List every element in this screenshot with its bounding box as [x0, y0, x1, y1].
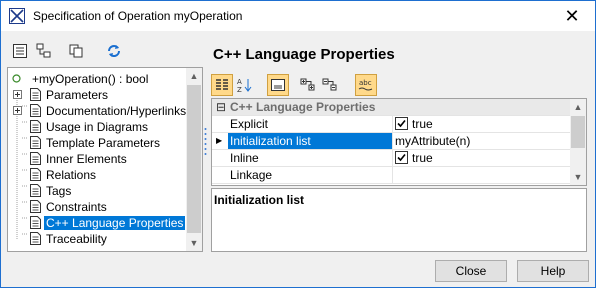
tree-view-icon[interactable]	[33, 40, 55, 62]
property-value-cell[interactable]	[392, 167, 571, 183]
description-icon[interactable]	[267, 74, 289, 96]
scroll-up-icon[interactable]: ▲	[186, 68, 202, 84]
property-page-icon	[30, 88, 41, 101]
collapse-group-icon[interactable]: ⊟	[216, 99, 226, 115]
property-row[interactable]: ▶ Initialization list myAttribute(n)	[212, 133, 570, 150]
specification-tree[interactable]: +myOperation() : bool Parameters Document…	[7, 67, 203, 252]
tree-item[interactable]: Constraints	[8, 199, 186, 215]
scroll-down-icon[interactable]: ▼	[570, 169, 586, 185]
property-value-cell[interactable]: myAttribute(n)	[392, 133, 571, 149]
panel-splitter[interactable]	[204, 126, 207, 156]
check-icon	[397, 119, 406, 128]
list-view-icon[interactable]	[9, 40, 31, 62]
tree-item-label: Relations	[46, 168, 97, 182]
tree-item[interactable]: Tags	[8, 183, 186, 199]
property-name: Initialization list	[228, 133, 392, 149]
property-grid-scrollbar[interactable]: ▲ ▼	[570, 99, 586, 185]
tree-item[interactable]: Traceability	[8, 231, 186, 247]
description-title: Initialization list	[214, 193, 305, 207]
property-page-icon	[30, 200, 41, 213]
property-page-icon	[30, 168, 41, 181]
scroll-down-icon[interactable]: ▼	[186, 235, 202, 251]
property-value: true	[412, 117, 433, 131]
property-page-icon	[30, 184, 41, 197]
property-name: Linkage	[230, 168, 273, 182]
categorized-icon[interactable]	[211, 74, 233, 96]
tree-item-label: Constraints	[46, 200, 107, 214]
property-page-icon	[30, 104, 41, 117]
property-group-row[interactable]: ⊟ C++ Language Properties	[212, 99, 570, 116]
tree-item-label: Template Parameters	[46, 136, 161, 150]
svg-text:abc: abc	[359, 79, 372, 87]
property-page-icon	[30, 232, 41, 245]
tree-item-label: Usage in Diagrams	[46, 120, 149, 134]
tree-item-label: Tags	[46, 184, 72, 198]
tree-item[interactable]: Usage in Diagrams	[8, 119, 186, 135]
sort-alpha-icon[interactable]: AZ	[233, 74, 255, 96]
property-value: myAttribute(n)	[395, 134, 471, 148]
tree-item[interactable]: Relations	[8, 167, 186, 183]
svg-text:A: A	[237, 78, 242, 86]
property-value-cell[interactable]: true	[392, 150, 571, 166]
scroll-up-icon[interactable]: ▲	[570, 99, 586, 115]
property-row[interactable]: Explicit true	[212, 116, 570, 133]
property-name: Inline	[230, 151, 259, 165]
property-grid[interactable]: ⊟ C++ Language Properties Explicit true ▶ I…	[211, 98, 587, 186]
expand-all-icon[interactable]	[297, 74, 319, 96]
tree-item[interactable]: C++ Language Properties	[8, 215, 187, 231]
tree-item-label: Parameters	[46, 88, 109, 102]
page-title: C++ Language Properties	[213, 46, 395, 63]
property-page-icon	[30, 136, 41, 149]
title-bar: Specification of Operation myOperation ✕	[1, 1, 595, 31]
tree-item-label: C++ Language Properties	[42, 215, 187, 231]
svg-text:Z: Z	[237, 86, 242, 93]
tree-panel: +myOperation() : bool Parameters Document…	[7, 40, 203, 252]
tree-item-label: Traceability	[46, 232, 107, 246]
property-page-icon	[30, 152, 41, 165]
copy-icon[interactable]	[65, 40, 87, 62]
expand-icon[interactable]	[13, 90, 22, 99]
expand-icon[interactable]	[13, 106, 22, 115]
window-title: Specification of Operation myOperation	[33, 9, 243, 23]
tree-item[interactable]: Documentation/Hyperlinks	[8, 103, 186, 119]
collapse-all-icon[interactable]	[319, 74, 341, 96]
tree-item[interactable]: Inner Elements	[8, 151, 186, 167]
specification-window: Specification of Operation myOperation ✕…	[0, 0, 596, 288]
close-window-button[interactable]: ✕	[549, 1, 595, 31]
grid-scroll-thumb[interactable]	[571, 116, 585, 148]
tree-scrollbar[interactable]: ▲ ▼	[186, 68, 202, 251]
check-icon	[397, 153, 406, 162]
property-group-label: C++ Language Properties	[230, 100, 376, 114]
property-value: true	[412, 151, 433, 165]
current-row-icon: ▶	[216, 136, 223, 145]
tree-scroll-thumb[interactable]	[187, 85, 201, 233]
app-icon	[9, 8, 25, 24]
tree-item-label: Inner Elements	[46, 152, 127, 166]
tree-root[interactable]: +myOperation() : bool	[8, 71, 186, 87]
property-row[interactable]: Inline true	[212, 150, 570, 167]
property-row[interactable]: Linkage	[212, 167, 570, 184]
properties-panel: C++ Language Properties AZ abc ⊟ C++ Lan…	[209, 40, 589, 252]
operation-icon	[12, 74, 21, 83]
tree-item[interactable]: Parameters	[8, 87, 186, 103]
tree-root-label: +myOperation() : bool	[32, 72, 149, 86]
property-checkbox[interactable]	[395, 117, 408, 130]
tree-item[interactable]: Template Parameters	[8, 135, 186, 151]
property-page-icon	[30, 120, 41, 133]
property-checkbox[interactable]	[395, 151, 408, 164]
description-pane: Initialization list	[211, 188, 587, 252]
property-page-icon	[30, 216, 41, 229]
help-button[interactable]: Help	[517, 260, 589, 282]
abc-icon[interactable]: abc	[355, 74, 377, 96]
property-name: Explicit	[230, 117, 269, 131]
close-button[interactable]: Close	[435, 260, 507, 282]
property-value-cell[interactable]: true	[392, 116, 571, 132]
tree-item-label: Documentation/Hyperlinks	[46, 104, 187, 118]
refresh-icon[interactable]	[103, 40, 125, 62]
